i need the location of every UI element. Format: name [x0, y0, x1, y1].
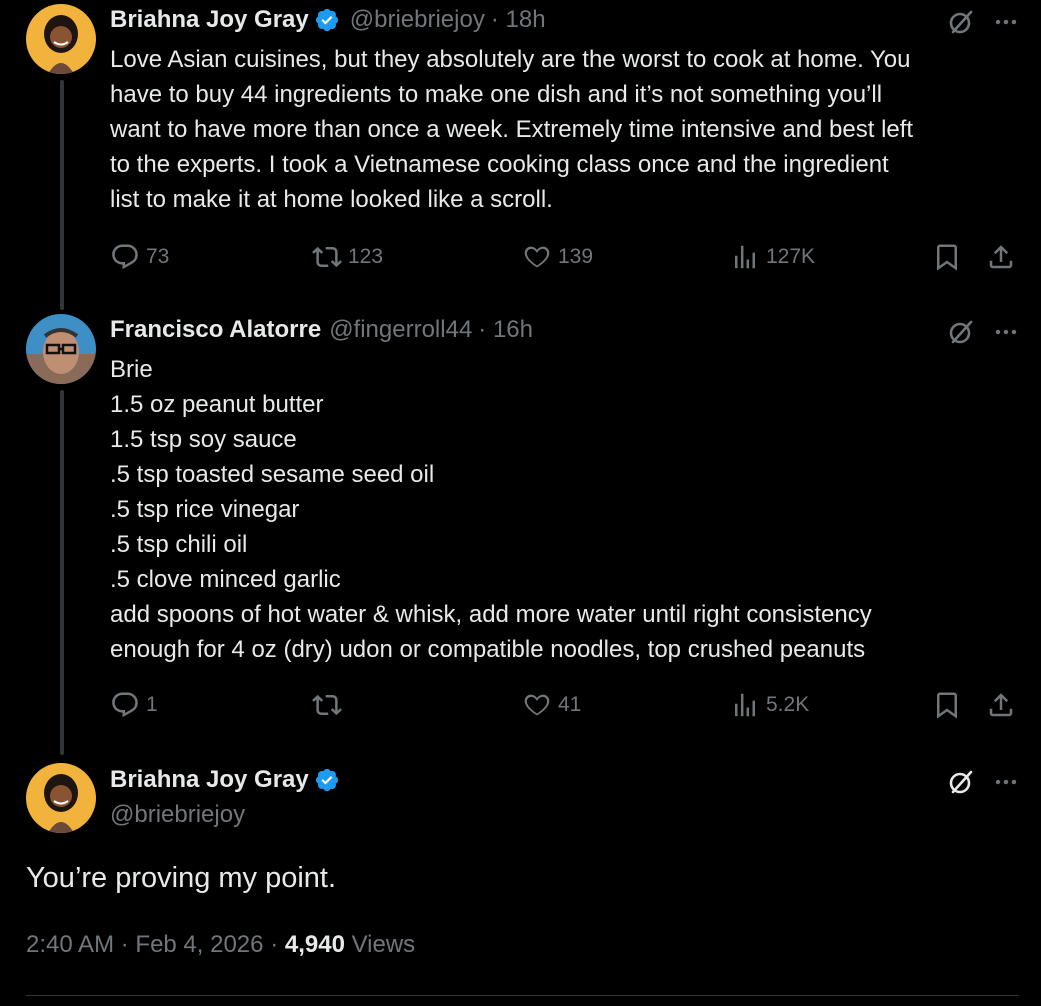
- tweet-text-line: to the experts. I took a Vietnamese cook…: [110, 151, 889, 178]
- author-handle-row: @briebriejoy: [110, 801, 245, 829]
- tweet-header: Briahna Joy Gray @briebriejoy · 18h: [110, 6, 546, 34]
- tweet-text: Brie 1.5 oz peanut butter 1.5 tsp soy sa…: [110, 352, 1025, 667]
- author-name[interactable]: Briahna Joy Gray: [110, 766, 309, 794]
- repost-icon: [312, 694, 342, 716]
- more-icon[interactable]: [993, 319, 1019, 345]
- author-name[interactable]: Francisco Alatorre: [110, 316, 321, 344]
- views-count: 127K: [766, 245, 816, 268]
- reply-button[interactable]: 73: [110, 242, 169, 272]
- tweet-text-line: Love Asian cuisines, but they absolutely…: [110, 46, 911, 73]
- thread-line: [60, 390, 64, 755]
- reply-count: 1: [146, 693, 158, 716]
- tweet-text-line: Brie: [110, 356, 153, 383]
- tweet-text-line: have to buy 44 ingredients to make one d…: [110, 81, 883, 108]
- bookmark-icon: [937, 692, 957, 719]
- like-count: 139: [558, 245, 594, 268]
- tweet-time[interactable]: 2:40 AM: [26, 931, 114, 958]
- bookmark-icon: [937, 244, 957, 271]
- views-button[interactable]: 5.2K: [730, 690, 809, 720]
- author-name[interactable]: Briahna Joy Gray: [110, 6, 309, 34]
- views-button[interactable]: 127K: [730, 242, 815, 272]
- repost-count: 123: [348, 245, 384, 268]
- repost-button[interactable]: 123: [312, 242, 383, 272]
- like-count: 41: [558, 693, 582, 716]
- grok-icon[interactable]: [947, 768, 975, 796]
- author-handle[interactable]: @briebriejoy: [350, 6, 485, 34]
- grok-icon[interactable]: [947, 8, 975, 36]
- tweet-header: Briahna Joy Gray: [110, 766, 350, 794]
- views-total: 4,940: [284, 931, 345, 958]
- divider: [26, 995, 1019, 996]
- more-icon[interactable]: [993, 9, 1019, 35]
- like-button[interactable]: 139: [522, 242, 593, 272]
- reply-icon: [112, 244, 138, 270]
- share-button[interactable]: [986, 242, 1016, 272]
- verified-badge-icon: [315, 768, 338, 792]
- avatar[interactable]: [26, 4, 96, 74]
- tweet-text-line: add spoons of hot water & whisk, add mor…: [110, 601, 872, 628]
- like-icon: [524, 694, 550, 716]
- tweet-text-line: enough for 4 oz (dry) udon or compatible…: [110, 636, 866, 663]
- repost-icon: [312, 246, 342, 268]
- repost-button[interactable]: [312, 690, 348, 720]
- tweet-actions: 1 41 5.2K: [110, 690, 1019, 720]
- reply-button[interactable]: 1: [110, 690, 158, 720]
- like-icon: [524, 246, 550, 268]
- tweet-text-line: .5 tsp toasted sesame seed oil: [110, 461, 435, 488]
- views-icon: [735, 693, 755, 717]
- tweet-text-line: 1.5 oz peanut butter: [110, 391, 324, 418]
- tweet-top-actions: [947, 318, 1019, 346]
- bookmark-button[interactable]: [932, 690, 962, 720]
- author-handle[interactable]: @briebriejoy: [110, 801, 245, 829]
- verified-badge-icon: [315, 8, 338, 32]
- grok-icon[interactable]: [947, 318, 975, 346]
- tweet-text-line: list to make it at home looked like a sc…: [110, 186, 553, 213]
- avatar[interactable]: [26, 763, 96, 833]
- more-icon[interactable]: [993, 769, 1019, 795]
- tweet-text: You’re proving my point.: [26, 862, 337, 894]
- tweet-text-line: 1.5 tsp soy sauce: [110, 426, 297, 453]
- timestamp[interactable]: · 18h: [491, 6, 546, 34]
- reply-icon: [112, 692, 138, 718]
- tweet-actions: 73 123 139 127K: [110, 242, 1019, 272]
- tweet-top-actions: [947, 768, 1019, 796]
- tweet-text: Love Asian cuisines, but they absolutely…: [110, 42, 1025, 217]
- views-count: 5.2K: [766, 693, 810, 716]
- views-label: Views: [351, 931, 416, 958]
- bookmark-button[interactable]: [932, 242, 962, 272]
- tweet-text-line: .5 clove minced garlic: [110, 566, 341, 593]
- avatar[interactable]: [26, 314, 96, 384]
- share-icon: [989, 245, 1013, 269]
- timestamp[interactable]: · 16h: [478, 316, 533, 344]
- tweet-meta: 2:40 AM · Feb 4, 2026 · 4,940 Views: [26, 931, 416, 958]
- views-icon: [735, 245, 755, 269]
- tweet-text-line: want to have more than once a week. Extr…: [110, 116, 914, 143]
- author-handle[interactable]: @fingerroll44: [329, 316, 472, 344]
- tweet-header: Francisco Alatorre @fingerroll44 · 16h: [110, 316, 533, 344]
- share-button[interactable]: [986, 690, 1016, 720]
- thread-line: [60, 80, 64, 310]
- share-icon: [989, 693, 1013, 717]
- tweet-date[interactable]: Feb 4, 2026: [135, 931, 263, 958]
- tweet-top-actions: [947, 8, 1019, 36]
- tweet-text-line: .5 tsp chili oil: [110, 531, 248, 558]
- reply-count: 73: [146, 245, 170, 268]
- tweet-text-line: .5 tsp rice vinegar: [110, 496, 300, 523]
- like-button[interactable]: 41: [522, 690, 581, 720]
